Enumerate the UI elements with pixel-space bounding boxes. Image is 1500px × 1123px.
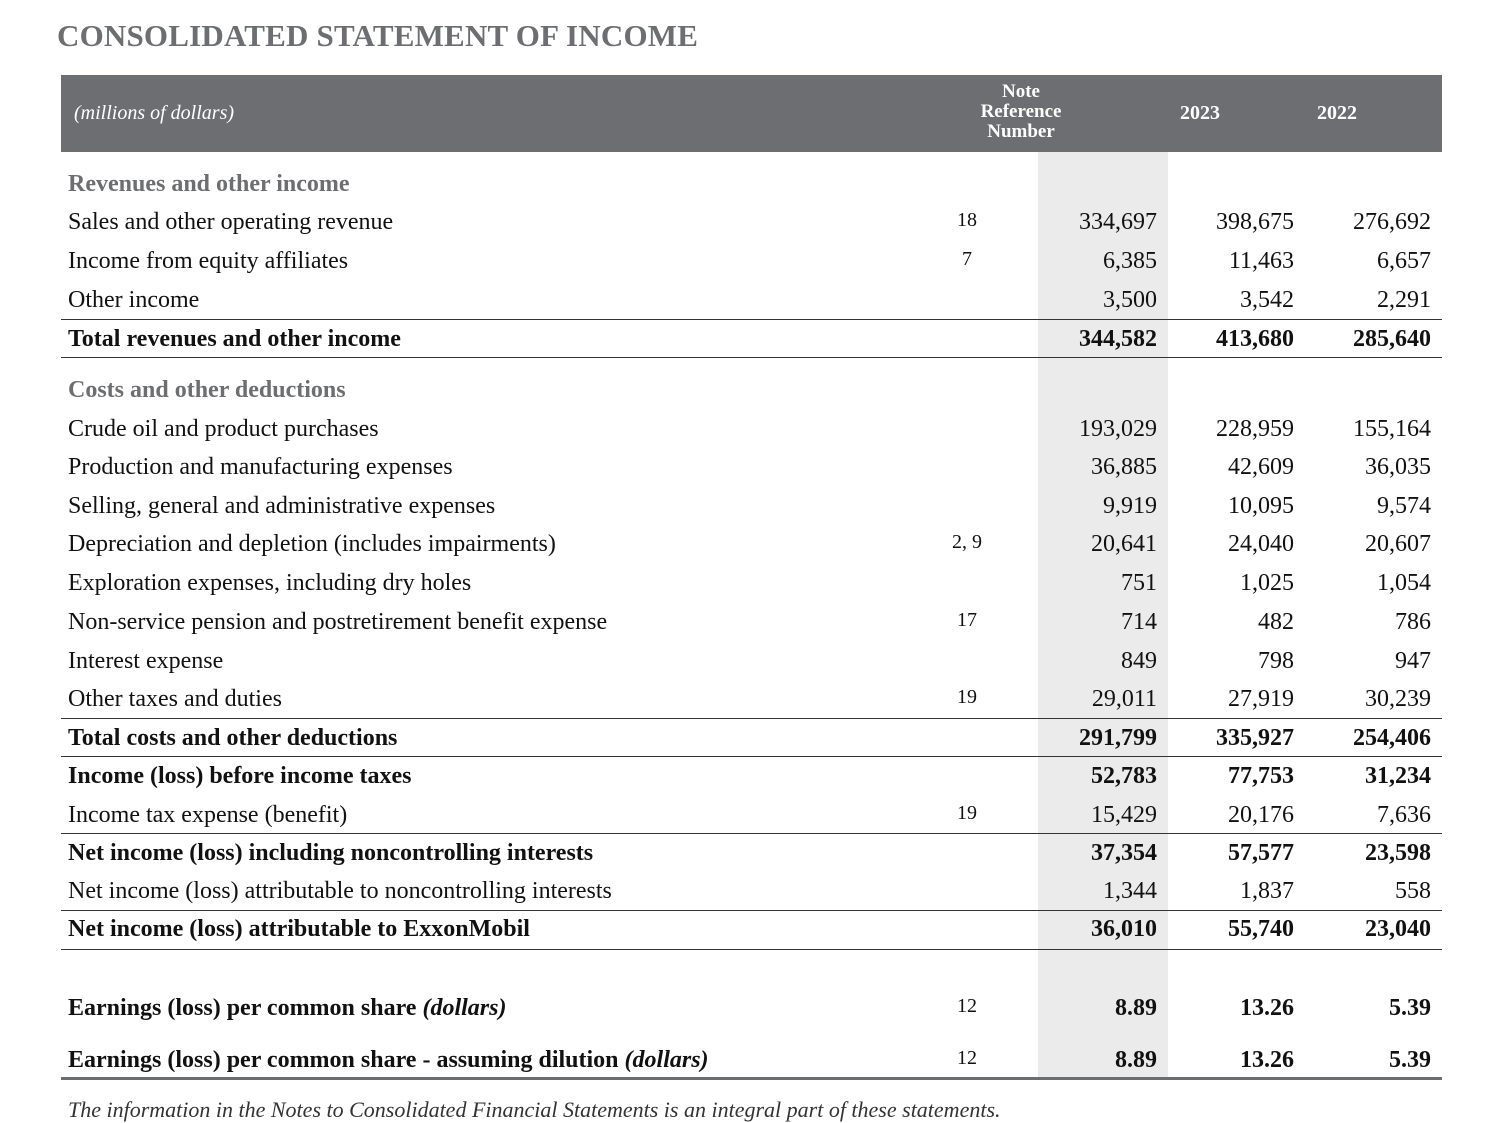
total-row-revenues: Total revenues and other income 344,582 … [68, 326, 1431, 352]
year-2021-header: 2021 [1454, 102, 1494, 124]
row-divider [61, 718, 1442, 719]
table-row: Exploration expenses, including dry hole… [68, 570, 1431, 596]
row-divider [61, 756, 1442, 757]
table-row: Production and manufacturing expenses 36… [68, 454, 1431, 480]
statement-title: CONSOLIDATED STATEMENT OF INCOME [57, 18, 699, 53]
table-header: (millions of dollars) Note Reference Num… [61, 75, 1494, 152]
row-divider [61, 910, 1442, 911]
table-row: Depreciation and depletion (includes imp… [68, 531, 1431, 557]
section-heading-revenues: Revenues and other income [68, 171, 350, 197]
year-2023-header: 2023 [1180, 102, 1220, 124]
table-row: Sales and other operating revenue 18 334… [68, 209, 1431, 235]
year-2022-header: 2022 [1317, 102, 1357, 124]
row-divider [61, 319, 1442, 320]
table-row: Selling, general and administrative expe… [68, 493, 1431, 519]
row-divider [61, 949, 1442, 950]
table-row: Income from equity affiliates 7 6,385 11… [68, 248, 1431, 274]
table-row: Non-service pension and postretirement b… [68, 609, 1431, 635]
table-row: Crude oil and product purchases 193,029 … [68, 416, 1431, 442]
income-before-tax-row: Income (loss) before income taxes 52,783… [68, 763, 1431, 789]
table-bottom-rule [61, 1077, 1442, 1080]
table-row: Interest expense 849 798 947 [68, 648, 1431, 674]
footnote: The information in the Notes to Consolid… [68, 1097, 1001, 1122]
row-divider [61, 357, 1442, 358]
row-divider [61, 833, 1442, 834]
net-income-incl-nci-row: Net income (loss) including noncontrolli… [68, 840, 1431, 866]
eps-basic-row: Earnings (loss) per common share (dollar… [68, 995, 1431, 1021]
total-row-costs: Total costs and other deductions 291,799… [68, 725, 1431, 751]
note-reference-header: Note Reference Number [980, 81, 1062, 142]
units-label: (millions of dollars) [74, 102, 235, 124]
income-tax-row: Income tax expense (benefit) 19 15,429 2… [68, 802, 1431, 828]
section-heading-costs: Costs and other deductions [68, 377, 346, 403]
